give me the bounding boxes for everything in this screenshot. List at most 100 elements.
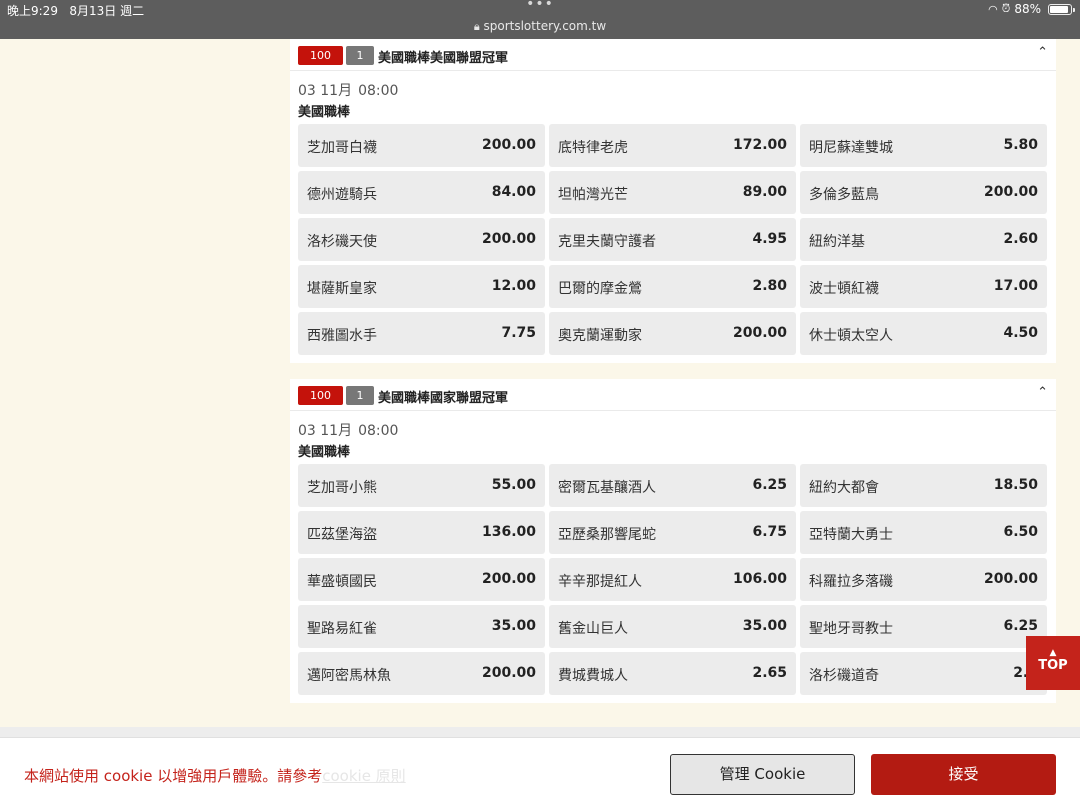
odds-value: 200.00 [732,325,787,341]
odds-button[interactable]: 紐約洋基 2.60 [800,218,1047,261]
odds-value: 35.00 [742,618,787,634]
odds-button[interactable]: 辛辛那提紅人 106.00 [549,558,796,601]
odds-button[interactable]: 聖地牙哥教士 6.25 [800,605,1047,648]
back-to-top-button[interactable]: ▲ TOP [1026,636,1080,690]
team-name: 舊金山巨人 [558,621,628,637]
battery-icon [1048,3,1075,15]
main-content: 100 1 美國職棒美國聯盟冠軍 ⌃ 03 11月 08:00 美國職棒 芝加哥白襪 200.0… [290,39,1056,703]
odds-value: 6.25 [752,477,787,493]
odds-value: 4.95 [752,231,787,247]
status-indicators: ◠ ⏰︎ 88% [988,2,1075,16]
odds-value: 200.00 [481,137,536,153]
market-date: 03 11月 08:00 [298,83,399,99]
browser-menu-dots[interactable]: ••• [0,0,1080,12]
odds-value: 6.50 [1003,524,1038,540]
odds-value: 200.00 [481,571,536,587]
team-name: 邁阿密馬林魚 [307,668,391,684]
odds-value: 172.00 [732,137,787,153]
team-name: 華盛頓國民 [307,574,377,590]
odds-value: 17.00 [993,278,1038,294]
team-name: 波士頓紅襪 [809,281,879,297]
team-name: 科羅拉多落磯 [809,574,893,590]
cookie-banner: 本網站使用 cookie 以增強用戶體驗。請參考cookie 原則 管理 Coo… [0,727,1080,810]
team-name: 密爾瓦基釀酒人 [558,480,656,496]
team-name: 洛杉磯道奇 [809,668,879,684]
team-name: 明尼蘇達雙城 [809,140,893,156]
odds-value: 6.75 [752,524,787,540]
sport-code-badge: 100 [298,386,343,405]
odds-button[interactable]: 芝加哥小熊 55.00 [298,464,545,507]
sport-code-badge: 100 [298,46,343,65]
team-name: 底特律老虎 [558,140,628,156]
odds-button[interactable]: 匹茲堡海盜 136.00 [298,511,545,554]
odds-value: 200.00 [481,231,536,247]
odds-value: 200.00 [983,184,1038,200]
team-name: 匹茲堡海盜 [307,527,377,543]
market-date: 03 11月 08:00 [298,423,399,439]
odds-value: 4.50 [1003,325,1038,341]
odds-button[interactable]: 底特律老虎 172.00 [549,124,796,167]
market-header[interactable]: 100 1 美國職棒國家聯盟冠軍 ⌃ [290,379,1056,411]
odds-value: 5.80 [1003,137,1038,153]
team-name: 亞歷桑那響尾蛇 [558,527,656,543]
odds-button[interactable]: 奧克蘭運動家 200.00 [549,312,796,355]
market-section: 100 1 美國職棒國家聯盟冠軍 ⌃ 03 11月 08:00 美國職棒芝加哥小熊 55.00… [290,379,1056,703]
odds-button[interactable]: 亞歷桑那響尾蛇 6.75 [549,511,796,554]
odds-button[interactable]: 舊金山巨人 35.00 [549,605,796,648]
odds-button[interactable]: 華盛頓國民 200.00 [298,558,545,601]
wifi-icon: ◠ [988,2,998,16]
odds-button[interactable]: 洛杉磯天使 200.00 [298,218,545,261]
odds-value: 18.50 [993,477,1038,493]
odds-value: 55.00 [491,477,536,493]
odds-button[interactable]: 洛杉磯道奇2.0 [800,652,1047,695]
odds-button[interactable]: 費城費城人 2.65 [549,652,796,695]
odds-button[interactable]: 芝加哥白襪 200.00 [298,124,545,167]
odds-button[interactable]: 克里夫蘭守護者 4.95 [549,218,796,261]
market-header[interactable]: 100 1 美國職棒美國聯盟冠軍 ⌃ [290,39,1056,71]
team-name: 芝加哥小熊 [307,480,377,496]
team-name: 洛杉磯天使 [307,234,377,250]
team-name: 巴爾的摩金鶯 [558,281,642,297]
market-number-badge: 1 [346,386,374,405]
odds-button[interactable]: 德州遊騎兵 84.00 [298,171,545,214]
market-title: 美國職棒國家聯盟冠軍 [378,391,509,406]
team-name: 聖地牙哥教士 [809,621,893,637]
odds-button[interactable]: 密爾瓦基釀酒人 6.25 [549,464,796,507]
back-to-top-label: TOP [1038,658,1068,673]
chevron-up-icon[interactable]: ⌃ [1037,45,1048,60]
odds-button[interactable]: 紐約大都會 18.50 [800,464,1047,507]
odds-value: 106.00 [732,571,787,587]
odds-button[interactable]: 明尼蘇達雙城 5.80 [800,124,1047,167]
odds-value: 200.00 [983,571,1038,587]
team-name: 德州遊騎兵 [307,187,377,203]
team-name: 奧克蘭運動家 [558,328,642,344]
team-name: 西雅圖水手 [307,328,377,344]
odds-button[interactable]: 科羅拉多落磯 200.00 [800,558,1047,601]
odds-button[interactable]: 亞特蘭大勇士 6.50 [800,511,1047,554]
odds-value: 2.65 [752,665,787,681]
manage-cookie-button[interactable]: 管理 Cookie [670,754,855,795]
odds-grid: 芝加哥白襪 200.00 底特律老虎 172.00 明尼蘇達雙城 5.80 德州遊騎兵 84.… [290,124,1056,363]
odds-value: 2.80 [752,278,787,294]
odds-value: 84.00 [491,184,536,200]
team-name: 休士頓太空人 [809,328,893,344]
odds-button[interactable]: 巴爾的摩金鶯 2.80 [549,265,796,308]
accept-cookie-button[interactable]: 接受 [871,754,1056,795]
odds-button[interactable]: 堪薩斯皇家 12.00 [298,265,545,308]
chevron-up-icon[interactable]: ⌃ [1037,385,1048,400]
cookie-policy-link[interactable]: cookie 原則 [322,767,405,785]
alarm-icon: ⏰︎ [1001,2,1011,15]
odds-button[interactable]: 聖路易紅雀 35.00 [298,605,545,648]
odds-value: 89.00 [742,184,787,200]
odds-button[interactable]: 邁阿密馬林魚 200.00 [298,652,545,695]
odds-button[interactable]: 坦帕灣光芒 89.00 [549,171,796,214]
odds-button[interactable]: 西雅圖水手 7.75 [298,312,545,355]
odds-value: 2.60 [1003,231,1038,247]
league-name: 美國職棒 [298,445,351,460]
team-name: 辛辛那提紅人 [558,574,642,590]
odds-button[interactable]: 波士頓紅襪 17.00 [800,265,1047,308]
odds-value: 7.75 [501,325,536,341]
odds-button[interactable]: 多倫多藍鳥 200.00 [800,171,1047,214]
address-bar[interactable]: 🔒︎ sportslottery.com.tw [0,19,1080,34]
odds-button[interactable]: 休士頓太空人 4.50 [800,312,1047,355]
